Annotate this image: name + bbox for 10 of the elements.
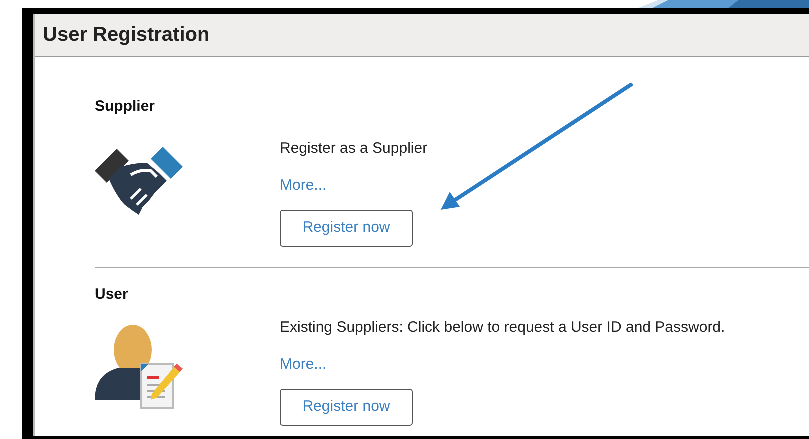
register-button[interactable]: Register now [280,389,413,426]
description-text: Register as a Supplier [280,138,428,158]
description-text: Existing Suppliers: Click below to request a User ID and Password. [280,318,726,338]
section-label: User [95,285,130,305]
more-link[interactable]: More... [280,175,327,198]
page-title: User Registration [43,23,210,47]
user-form-icon [95,324,185,412]
section-label: Supplier [95,97,156,117]
more-link[interactable]: More... [280,354,327,376]
register-button[interactable]: Register now [280,210,413,247]
